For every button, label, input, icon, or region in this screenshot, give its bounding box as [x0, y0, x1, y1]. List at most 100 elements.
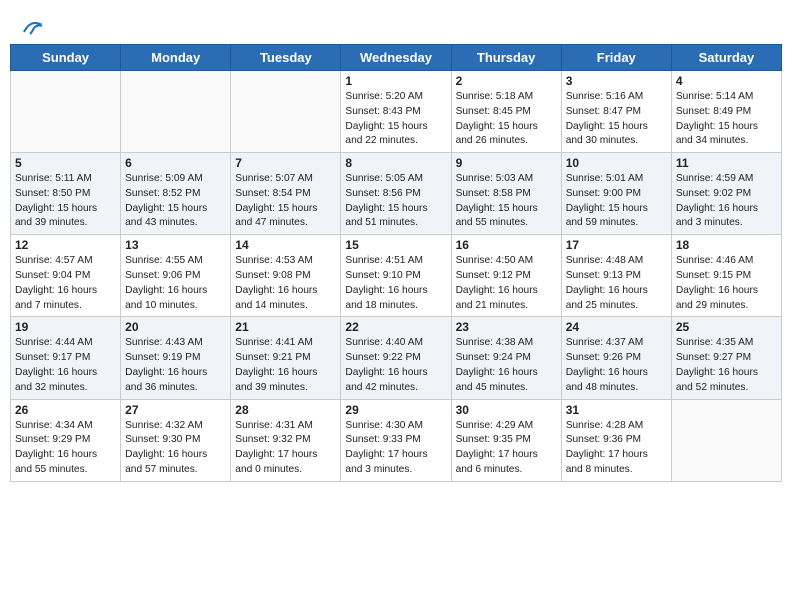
cell-daylight: Daylight: 17 hours and 8 minutes.: [566, 448, 667, 478]
day-number: 20: [125, 320, 226, 334]
calendar-cell: 21 Sunrise: 4:41 AM Sunset: 9:21 PM Dayl…: [231, 317, 341, 399]
cell-sunset: Sunset: 9:32 PM: [235, 433, 336, 448]
day-number: 21: [235, 320, 336, 334]
calendar-cell: 25 Sunrise: 4:35 AM Sunset: 9:27 PM Dayl…: [671, 317, 781, 399]
calendar-header-row: SundayMondayTuesdayWednesdayThursdayFrid…: [11, 45, 782, 71]
calendar-cell: [671, 399, 781, 481]
calendar-cell: 6 Sunrise: 5:09 AM Sunset: 8:52 PM Dayli…: [121, 153, 231, 235]
cell-daylight: Daylight: 16 hours and 25 minutes.: [566, 284, 667, 314]
day-number: 25: [676, 320, 777, 334]
day-number: 17: [566, 238, 667, 252]
cell-sunrise: Sunrise: 4:44 AM: [15, 336, 116, 351]
cell-sunrise: Sunrise: 5:01 AM: [566, 172, 667, 187]
cell-daylight: Daylight: 16 hours and 32 minutes.: [15, 366, 116, 396]
day-number: 2: [456, 74, 557, 88]
cell-sunset: Sunset: 9:17 PM: [15, 351, 116, 366]
cell-sunrise: Sunrise: 4:59 AM: [676, 172, 777, 187]
calendar-cell: 4 Sunrise: 5:14 AM Sunset: 8:49 PM Dayli…: [671, 71, 781, 153]
day-number: 30: [456, 403, 557, 417]
calendar-cell: 5 Sunrise: 5:11 AM Sunset: 8:50 PM Dayli…: [11, 153, 121, 235]
cell-daylight: Daylight: 15 hours and 39 minutes.: [15, 202, 116, 232]
calendar-cell: 17 Sunrise: 4:48 AM Sunset: 9:13 PM Dayl…: [561, 235, 671, 317]
calendar-cell: 18 Sunrise: 4:46 AM Sunset: 9:15 PM Dayl…: [671, 235, 781, 317]
cell-sunset: Sunset: 8:52 PM: [125, 187, 226, 202]
cell-sunset: Sunset: 9:27 PM: [676, 351, 777, 366]
cell-daylight: Daylight: 15 hours and 30 minutes.: [566, 120, 667, 150]
cell-sunset: Sunset: 9:26 PM: [566, 351, 667, 366]
cell-sunset: Sunset: 9:13 PM: [566, 269, 667, 284]
cell-sunrise: Sunrise: 4:55 AM: [125, 254, 226, 269]
calendar-cell: 11 Sunrise: 4:59 AM Sunset: 9:02 PM Dayl…: [671, 153, 781, 235]
cell-sunrise: Sunrise: 4:53 AM: [235, 254, 336, 269]
calendar-cell: 1 Sunrise: 5:20 AM Sunset: 8:43 PM Dayli…: [341, 71, 451, 153]
weekday-header-wednesday: Wednesday: [341, 45, 451, 71]
cell-sunrise: Sunrise: 4:40 AM: [345, 336, 446, 351]
calendar-cell: 13 Sunrise: 4:55 AM Sunset: 9:06 PM Dayl…: [121, 235, 231, 317]
weekday-header-friday: Friday: [561, 45, 671, 71]
day-number: 7: [235, 156, 336, 170]
cell-daylight: Daylight: 16 hours and 36 minutes.: [125, 366, 226, 396]
weekday-header-saturday: Saturday: [671, 45, 781, 71]
cell-sunrise: Sunrise: 5:05 AM: [345, 172, 446, 187]
day-number: 23: [456, 320, 557, 334]
cell-sunrise: Sunrise: 4:34 AM: [15, 419, 116, 434]
cell-sunset: Sunset: 9:21 PM: [235, 351, 336, 366]
calendar-cell: 9 Sunrise: 5:03 AM Sunset: 8:58 PM Dayli…: [451, 153, 561, 235]
day-number: 28: [235, 403, 336, 417]
day-number: 6: [125, 156, 226, 170]
cell-daylight: Daylight: 15 hours and 47 minutes.: [235, 202, 336, 232]
cell-sunrise: Sunrise: 4:32 AM: [125, 419, 226, 434]
cell-daylight: Daylight: 15 hours and 26 minutes.: [456, 120, 557, 150]
cell-sunrise: Sunrise: 5:14 AM: [676, 90, 777, 105]
cell-sunrise: Sunrise: 4:37 AM: [566, 336, 667, 351]
cell-sunrise: Sunrise: 5:16 AM: [566, 90, 667, 105]
cell-sunset: Sunset: 8:45 PM: [456, 105, 557, 120]
day-number: 22: [345, 320, 446, 334]
cell-sunrise: Sunrise: 4:31 AM: [235, 419, 336, 434]
cell-daylight: Daylight: 16 hours and 29 minutes.: [676, 284, 777, 314]
cell-daylight: Daylight: 16 hours and 21 minutes.: [456, 284, 557, 314]
cell-sunset: Sunset: 9:12 PM: [456, 269, 557, 284]
cell-daylight: Daylight: 16 hours and 45 minutes.: [456, 366, 557, 396]
cell-sunrise: Sunrise: 5:20 AM: [345, 90, 446, 105]
cell-sunset: Sunset: 8:56 PM: [345, 187, 446, 202]
weekday-header-sunday: Sunday: [11, 45, 121, 71]
calendar-cell: 20 Sunrise: 4:43 AM Sunset: 9:19 PM Dayl…: [121, 317, 231, 399]
cell-sunrise: Sunrise: 5:07 AM: [235, 172, 336, 187]
cell-sunset: Sunset: 9:30 PM: [125, 433, 226, 448]
day-number: 1: [345, 74, 446, 88]
calendar-cell: 31 Sunrise: 4:28 AM Sunset: 9:36 PM Dayl…: [561, 399, 671, 481]
cell-daylight: Daylight: 16 hours and 42 minutes.: [345, 366, 446, 396]
day-number: 27: [125, 403, 226, 417]
cell-daylight: Daylight: 16 hours and 18 minutes.: [345, 284, 446, 314]
cell-sunset: Sunset: 9:02 PM: [676, 187, 777, 202]
cell-daylight: Daylight: 16 hours and 48 minutes.: [566, 366, 667, 396]
calendar-cell: 8 Sunrise: 5:05 AM Sunset: 8:56 PM Dayli…: [341, 153, 451, 235]
calendar-cell: 24 Sunrise: 4:37 AM Sunset: 9:26 PM Dayl…: [561, 317, 671, 399]
day-number: 13: [125, 238, 226, 252]
cell-daylight: Daylight: 16 hours and 7 minutes.: [15, 284, 116, 314]
weekday-header-tuesday: Tuesday: [231, 45, 341, 71]
day-number: 18: [676, 238, 777, 252]
calendar-cell: 23 Sunrise: 4:38 AM Sunset: 9:24 PM Dayl…: [451, 317, 561, 399]
calendar-week-row: 1 Sunrise: 5:20 AM Sunset: 8:43 PM Dayli…: [11, 71, 782, 153]
cell-sunrise: Sunrise: 4:30 AM: [345, 419, 446, 434]
day-number: 3: [566, 74, 667, 88]
cell-daylight: Daylight: 15 hours and 59 minutes.: [566, 202, 667, 232]
calendar-cell: [121, 71, 231, 153]
cell-daylight: Daylight: 16 hours and 10 minutes.: [125, 284, 226, 314]
cell-daylight: Daylight: 16 hours and 52 minutes.: [676, 366, 777, 396]
cell-sunset: Sunset: 9:22 PM: [345, 351, 446, 366]
cell-sunrise: Sunrise: 5:11 AM: [15, 172, 116, 187]
day-number: 19: [15, 320, 116, 334]
cell-sunrise: Sunrise: 4:48 AM: [566, 254, 667, 269]
cell-sunset: Sunset: 9:04 PM: [15, 269, 116, 284]
cell-sunrise: Sunrise: 4:41 AM: [235, 336, 336, 351]
day-number: 11: [676, 156, 777, 170]
day-number: 14: [235, 238, 336, 252]
cell-daylight: Daylight: 16 hours and 55 minutes.: [15, 448, 116, 478]
weekday-header-monday: Monday: [121, 45, 231, 71]
cell-sunset: Sunset: 9:00 PM: [566, 187, 667, 202]
day-number: 26: [15, 403, 116, 417]
calendar-cell: 19 Sunrise: 4:44 AM Sunset: 9:17 PM Dayl…: [11, 317, 121, 399]
